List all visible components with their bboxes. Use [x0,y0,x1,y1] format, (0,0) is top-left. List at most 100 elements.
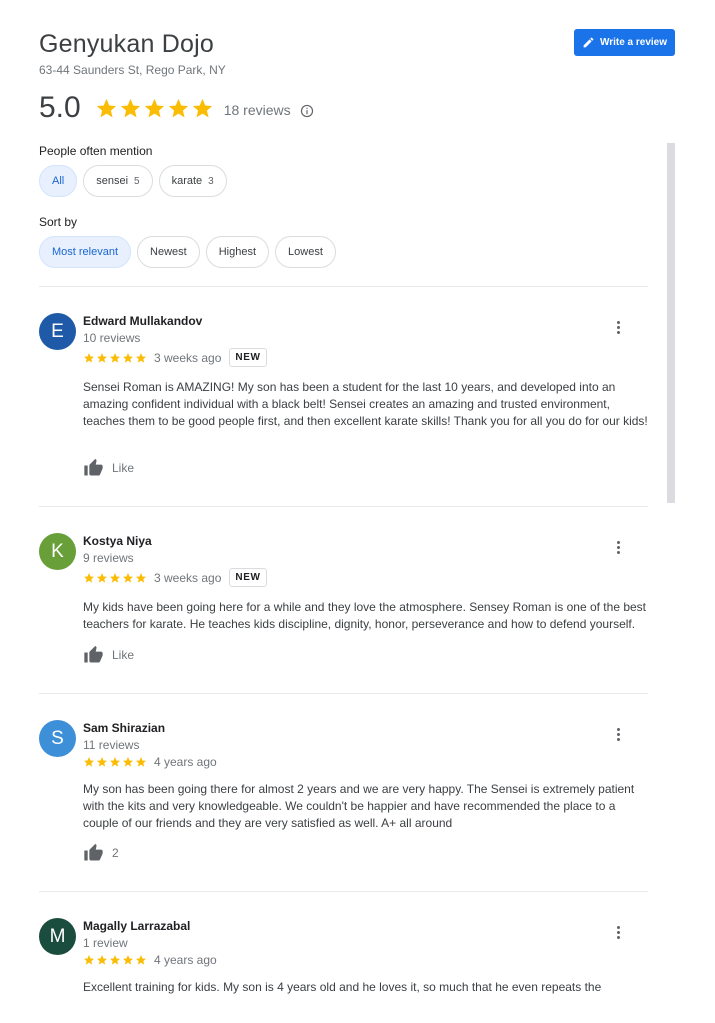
sort-label: Sort by [39,215,78,229]
avatar[interactable]: E [39,313,76,350]
review-text: Excellent training for kids. My son is 4… [83,980,602,994]
review-meta: 3 weeks ago NEW [83,568,267,587]
more-options-icon[interactable] [610,539,626,555]
star-icon [84,757,94,767]
review-stars [83,352,147,364]
avatar[interactable]: S [39,720,76,757]
rating-value: 5.0 [39,91,81,124]
star-icon [136,352,146,363]
chip-karate[interactable]: karate 3 [158,165,227,197]
reviewer-review-count: 10 reviews [83,331,141,345]
review-meta: 4 years ago [83,953,217,967]
star-icon [110,352,120,363]
chip-all[interactable]: All [39,165,78,197]
like-label: Like [112,461,135,475]
sort-options: Most relevant Newest Highest Lowest [39,236,336,268]
star-icon [110,955,120,965]
star-icon [168,98,188,117]
like-button[interactable]: Like [83,645,134,665]
chip-count: 5 [134,175,140,187]
review-time: 4 years ago [154,953,217,967]
place-header: Genyukan Dojo 63-44 Saunders St, Rego Pa… [39,29,675,77]
chip-label: sensei [96,175,129,187]
review-stars [83,572,147,584]
review-time: 3 weeks ago [154,570,222,585]
sort-newest[interactable]: Newest [137,236,200,268]
star-icon [97,352,107,363]
like-button[interactable]: Like [83,458,134,478]
info-icon[interactable] [300,104,314,118]
star-icon [110,757,120,767]
star-icon [123,757,133,767]
star-icon [136,572,146,583]
more-options-icon[interactable] [610,319,626,335]
more-options-icon[interactable] [610,924,626,940]
star-icon [97,757,107,767]
star-icon [97,955,107,965]
review-text: My son has been going there for almost 2… [83,782,635,830]
more-options-icon[interactable] [610,726,626,742]
divider [39,891,648,892]
new-badge: NEW [229,568,267,587]
sort-highest[interactable]: Highest [205,236,270,268]
sort-most-relevant[interactable]: Most relevant [39,236,132,268]
review-meta: 4 years ago [83,755,217,769]
mention-chips: All sensei 5 karate 3 [39,165,227,197]
star-icon [144,98,164,117]
reviewer-name[interactable]: Magally Larrazabal [83,919,190,933]
divider [39,286,648,287]
chip-count: 3 [208,175,214,187]
chip-label: All [52,175,65,187]
star-icon [192,98,212,117]
chip-label: karate [171,175,203,187]
review-card: S Sam Shirazian 11 reviews 4 years ago M… [39,720,648,880]
chip-sensei[interactable]: sensei 5 [83,165,153,197]
star-icon [97,572,107,583]
mentions-label: People often mention [39,144,153,158]
star-icon [123,572,133,583]
place-address: 63-44 Saunders St, Rego Park, NY [39,63,226,77]
star-icon [84,352,94,363]
reviewer-review-count: 9 reviews [83,551,134,565]
star-icon [110,572,120,583]
thumbs-up-icon [84,645,103,663]
review-time: 4 years ago [154,755,217,769]
reviewer-name[interactable]: Edward Mullakandov [83,314,202,328]
pencil-icon [583,37,594,48]
review-card: K Kostya Niya 9 reviews 3 weeks ago NEW … [39,533,648,673]
thumbs-up-icon [84,458,103,476]
star-icon [84,955,94,965]
like-button[interactable]: 2 [83,843,119,863]
review-card: E Edward Mullakandov 10 reviews 3 weeks … [39,313,648,493]
review-card: M Magally Larrazabal 1 review 4 years ag… [39,918,648,1018]
star-icon [136,955,146,965]
star-icon [136,757,146,767]
rating-stars [95,97,214,120]
star-icon [123,955,133,965]
avatar[interactable]: K [39,533,76,570]
reviewer-review-count: 11 reviews [83,738,140,752]
like-count: 2 [112,846,119,860]
reviewer-review-count: 1 review [83,936,128,950]
scrollbar-thumb[interactable] [667,143,675,503]
rating-summary: 5.0 18 reviews [39,91,314,125]
review-text: My kids have been going here for a while… [83,600,647,631]
write-review-button[interactable]: Write a review [574,29,675,56]
review-meta: 3 weeks ago NEW [83,348,267,367]
star-icon [120,98,140,117]
sort-lowest[interactable]: Lowest [275,236,336,268]
divider [39,693,648,694]
review-stars [83,756,147,768]
star-icon [84,572,94,583]
star-icon [123,352,133,363]
write-review-label: Write a review [599,37,668,48]
reviewer-name[interactable]: Sam Shirazian [83,721,165,735]
avatar[interactable]: M [39,918,76,955]
review-time: 3 weeks ago [154,350,222,365]
review-text: Sensei Roman is AMAZING! My son has been… [83,380,648,428]
divider [39,506,648,507]
reviewer-name[interactable]: Kostya Niya [83,534,152,548]
star-icon [96,98,116,117]
total-reviews: 18 reviews [223,102,291,118]
review-stars [83,954,147,966]
